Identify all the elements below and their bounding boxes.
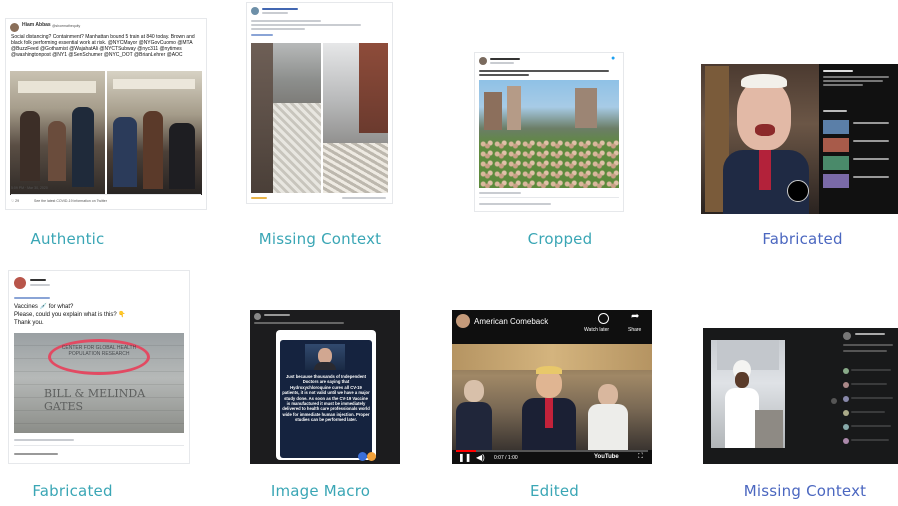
park-photo — [479, 80, 619, 188]
video-title: American Comeback — [474, 317, 549, 326]
twitter-icon: ● — [611, 55, 616, 62]
channel-avatar[interactable] — [456, 314, 470, 328]
tweet-text: Social distancing? Containment? Manhatta… — [11, 34, 195, 58]
tweet-text: Vaccines 💉 for what? Please, could you e… — [14, 304, 126, 326]
street-photo-right — [323, 43, 388, 193]
tile-edited[interactable]: American Comeback Watch later ➦ Share ❚❚… — [452, 310, 652, 464]
tweet-photo-left — [10, 71, 105, 195]
tile-missing-context-2[interactable] — [703, 328, 898, 464]
covid-info-link[interactable]: See the latest COVID-19 information on T… — [34, 199, 107, 204]
progress-track[interactable] — [456, 450, 648, 452]
clock-icon — [598, 313, 609, 324]
video-frame — [701, 64, 819, 214]
progress-fill — [456, 450, 476, 452]
sign-text-top: CENTER FOR GLOBAL HEALTH POPULATION RESE… — [61, 345, 137, 357]
street-photo-left — [251, 43, 321, 193]
gates-sign-photo: CENTER FOR GLOBAL HEALTH POPULATION RESE… — [14, 333, 184, 433]
tile-fabricated-1[interactable] — [701, 64, 898, 214]
tile-image-macro[interactable]: Just because thousands of Independent Do… — [250, 310, 400, 464]
tweet-handle: @shoemathequity — [52, 23, 81, 28]
avatar — [251, 7, 259, 15]
volume-icon[interactable]: ◀) — [476, 453, 485, 462]
avatar — [254, 313, 261, 320]
next-icon[interactable] — [831, 398, 837, 404]
time-readout: 0:07 / 1:00 — [494, 455, 518, 461]
tile-authentic[interactable]: Hiam Abbas @shoemathequity Social distan… — [5, 18, 207, 210]
avatar — [10, 23, 19, 32]
avatar — [14, 277, 26, 289]
macro-portrait — [305, 344, 345, 370]
caption-missing-context-2: Missing Context — [743, 482, 867, 500]
tweet-photo-right — [107, 71, 202, 195]
caption-missing-context-1: Missing Context — [258, 230, 382, 248]
caption-fabricated-1: Fabricated — [762, 230, 843, 248]
like-count[interactable]: ♡ 29 — [11, 199, 19, 204]
tile-cropped[interactable]: ● — [474, 52, 624, 212]
tile-missing-context-1[interactable] — [246, 2, 393, 204]
caption-edited: Edited — [530, 482, 579, 500]
youtube-logo[interactable]: YouTube — [594, 454, 619, 460]
video-frame — [452, 344, 652, 450]
avatar — [479, 57, 487, 65]
share-label[interactable]: Share — [628, 327, 641, 333]
share-icon: ➦ — [631, 311, 640, 322]
tweet-timestamp: 5:09 PM · Mar 30, 2020 — [11, 186, 48, 190]
reaction-icon — [358, 452, 367, 461]
watch-later-label[interactable]: Watch later — [584, 327, 609, 333]
tweet-author: Hiam Abbas — [22, 22, 51, 28]
fullscreen-icon[interactable]: ⛶ — [638, 453, 643, 461]
caption-fabricated-2: Fabricated — [32, 482, 113, 500]
caption-cropped: Cropped — [527, 230, 593, 248]
caption-authentic: Authentic — [30, 230, 105, 248]
avatar — [843, 332, 851, 340]
reaction-icon-2 — [367, 452, 376, 461]
play-pause-icon[interactable]: ❚❚ — [458, 453, 471, 462]
tile-fabricated-2[interactable]: Vaccines 💉 for what? Please, could you e… — [8, 270, 190, 464]
video-frame — [711, 340, 785, 448]
caption-image-macro: Image Macro — [270, 482, 371, 500]
macro-text: Just because thousands of Independent Do… — [282, 374, 370, 423]
sign-text-bottom: BILL & MELINDA GATES — [44, 387, 146, 413]
